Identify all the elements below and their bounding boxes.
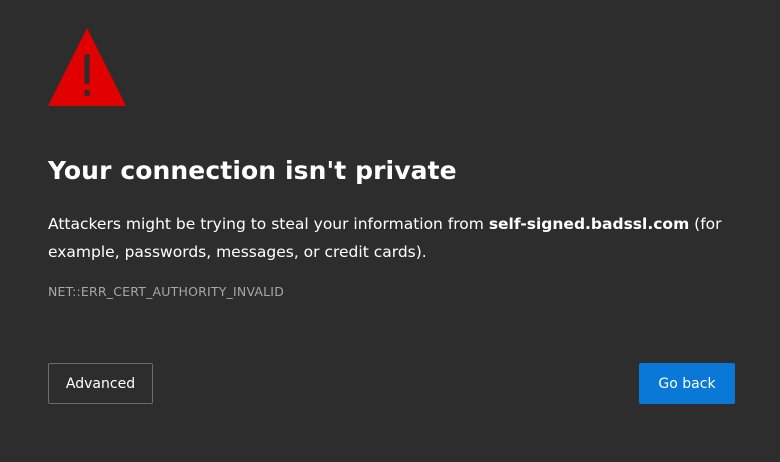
error-code[interactable]: NET::ERR_CERT_AUTHORITY_INVALID [48,284,284,299]
warning-triangle-icon [48,28,126,106]
warning-message: Attackers might be trying to steal your … [48,210,738,266]
security-interstitial-page: Your connection isn't private Attackers … [0,0,780,462]
advanced-button[interactable]: Advanced [48,363,153,404]
page-title: Your connection isn't private [48,156,457,185]
message-prefix: Attackers might be trying to steal your … [48,215,489,233]
go-back-button[interactable]: Go back [639,363,735,404]
site-host: self-signed.badssl.com [488,215,690,233]
